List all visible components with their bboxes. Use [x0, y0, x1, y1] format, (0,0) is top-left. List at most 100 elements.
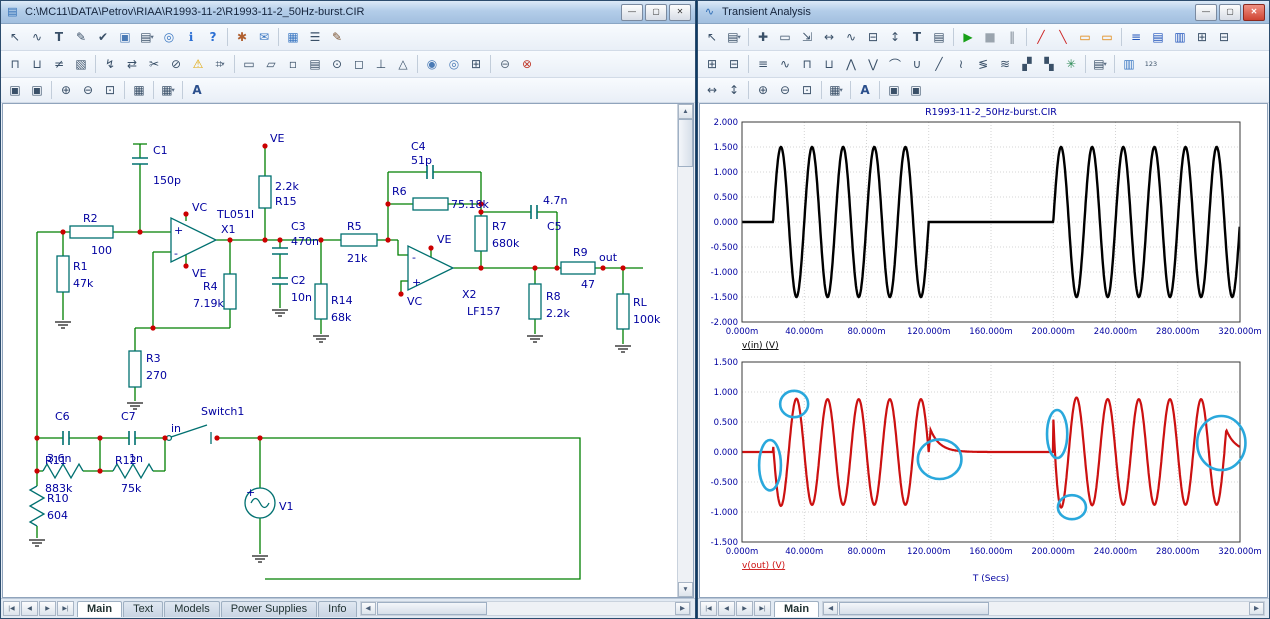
find-next-icon[interactable]: ◎: [443, 54, 465, 75]
numeric-output-icon[interactable]: 123: [1140, 54, 1162, 75]
zoom-area-icon[interactable]: ⊡: [99, 80, 121, 101]
high-limit-icon[interactable]: ▭: [1074, 27, 1096, 48]
disable-icon[interactable]: ⊘: [165, 54, 187, 75]
minimize-button[interactable]: —: [1195, 4, 1217, 21]
ruler-top-icon[interactable]: ⊓: [796, 54, 818, 75]
font-icon[interactable]: A: [854, 80, 876, 101]
cursor-mode-icon[interactable]: ✚: [752, 27, 774, 48]
close-circle-icon[interactable]: ⊗: [516, 54, 538, 75]
digital-part-icon[interactable]: ⊔: [26, 54, 48, 75]
grid-display-icon[interactable]: ▦▾: [157, 80, 179, 101]
schematic-canvas[interactable]: VEC1150pR2100R147kVCTL051IX1VER47.19k2.2…: [2, 103, 694, 598]
zoom-out-icon[interactable]: ⊖: [77, 80, 99, 101]
help-icon[interactable]: ?: [202, 27, 224, 48]
pan-mode-icon[interactable]: ↔: [818, 27, 840, 48]
minus-box-icon[interactable]: ⊟: [1213, 27, 1235, 48]
pages-icon[interactable]: ▤▾: [1089, 54, 1111, 75]
cut-icon[interactable]: ✂: [143, 54, 165, 75]
gibbs-icon[interactable]: ≶: [972, 54, 994, 75]
tab-main[interactable]: Main: [774, 601, 819, 617]
vertical-scrollbar[interactable]: ▲ ▼: [677, 104, 693, 597]
warning-icon[interactable]: ⚠: [187, 54, 209, 75]
minimize-button[interactable]: —: [621, 4, 643, 21]
refresh-icon[interactable]: ◎: [158, 27, 180, 48]
vertical-tag-icon[interactable]: ↕: [884, 27, 906, 48]
horizontal-scrollbar[interactable]: ◀ ▶: [360, 601, 691, 616]
zoom-in-icon[interactable]: ⊕: [752, 80, 774, 101]
scroll-up-button[interactable]: ▲: [678, 104, 693, 119]
select-mode-icon[interactable]: ↖: [701, 27, 723, 48]
tab-main[interactable]: Main: [77, 601, 122, 617]
power-circle-icon[interactable]: ⊖: [494, 54, 516, 75]
pan-vertical-icon[interactable]: ↕: [723, 80, 745, 101]
analysis-plot-area[interactable]: R1993-11-2_50Hz-burst.CIR2.0001.5001.000…: [699, 103, 1268, 598]
zoom-in-icon[interactable]: ⊕: [55, 80, 77, 101]
smoothing-icon[interactable]: ✳: [1060, 54, 1082, 75]
valley-icon[interactable]: ⋁: [862, 54, 884, 75]
scroll-right-button[interactable]: ▶: [1249, 602, 1264, 615]
horizontal-scroll-thumb[interactable]: [377, 602, 487, 615]
schematic-drawing[interactable]: VEC1150pR2100R147kVCTL051IX1VER47.19k2.2…: [3, 104, 680, 598]
find-icon[interactable]: ◉: [421, 54, 443, 75]
text-page-icon[interactable]: ▥: [1118, 54, 1140, 75]
pan-horizontal-icon[interactable]: ↔: [701, 80, 723, 101]
ground-icon[interactable]: ⊥: [370, 54, 392, 75]
list-icon[interactable]: ☰: [304, 27, 326, 48]
point-tag-icon[interactable]: ∿: [840, 27, 862, 48]
tab-nav-first-button[interactable]: |◀: [700, 601, 717, 616]
snapshot-icon[interactable]: ▦: [128, 80, 150, 101]
wire-tool-icon[interactable]: ∿: [26, 27, 48, 48]
grid-display-icon[interactable]: ▦▾: [825, 80, 847, 101]
box-select-icon[interactable]: ◻: [348, 54, 370, 75]
hide-names-icon[interactable]: ≠: [48, 54, 70, 75]
attach-icon[interactable]: ✱: [231, 27, 253, 48]
tab-nav-next-button[interactable]: ▶: [736, 601, 753, 616]
add-plot-icon[interactable]: ⊞: [701, 54, 723, 75]
delete-plot-icon[interactable]: ⊟: [723, 54, 745, 75]
slope-negative-icon[interactable]: ╲: [1052, 27, 1074, 48]
tab-nav-last-button[interactable]: ▶|: [754, 601, 771, 616]
paste-b-icon[interactable]: ▣: [905, 80, 927, 101]
paste-b-icon[interactable]: ▣: [26, 80, 48, 101]
peak-icon[interactable]: ⋀: [840, 54, 862, 75]
paste-a-icon[interactable]: ▣: [883, 80, 905, 101]
close-button[interactable]: ✕: [669, 4, 691, 21]
tab-nav-last-button[interactable]: ▶|: [57, 601, 74, 616]
region-icon[interactable]: ▫: [282, 54, 304, 75]
plus-box-icon[interactable]: ⊞: [1191, 27, 1213, 48]
slope-positive-icon[interactable]: ╱: [1030, 27, 1052, 48]
zoom-rect-icon[interactable]: ▭: [774, 27, 796, 48]
envelope-icon[interactable]: ≋: [994, 54, 1016, 75]
tab-nav-prev-button[interactable]: ◀: [21, 601, 38, 616]
weave-icon[interactable]: ▚: [1038, 54, 1060, 75]
package-icon[interactable]: ▧: [70, 54, 92, 75]
info-icon[interactable]: ℹ: [180, 27, 202, 48]
trace-wave-icon[interactable]: ∿: [774, 54, 796, 75]
properties-icon[interactable]: ▤: [928, 27, 950, 48]
horizontal-scrollbar[interactable]: ◀ ▶: [822, 601, 1265, 616]
analog-part-icon[interactable]: ⊓: [4, 54, 26, 75]
browse-icon[interactable]: ⊞: [465, 54, 487, 75]
scroll-left-button[interactable]: ◀: [361, 602, 376, 615]
trace-thick-icon[interactable]: ≡: [752, 54, 774, 75]
component-window-icon[interactable]: ▤▾: [136, 27, 158, 48]
send-icon[interactable]: ✉: [253, 27, 275, 48]
zoom-out-icon[interactable]: ⊖: [774, 80, 796, 101]
scale-mode-icon[interactable]: ⇲: [796, 27, 818, 48]
tokens-icon[interactable]: ▤: [1147, 27, 1169, 48]
data-points-icon[interactable]: ≡: [1125, 27, 1147, 48]
check-tool-icon[interactable]: ✔: [92, 27, 114, 48]
high-icon[interactable]: ⌒: [884, 54, 906, 75]
tab-nav-prev-button[interactable]: ◀: [718, 601, 735, 616]
tab-nav-first-button[interactable]: |◀: [3, 601, 20, 616]
picture-tool-icon[interactable]: ▣: [114, 27, 136, 48]
tab-info[interactable]: Info: [318, 601, 356, 617]
tab-power-supplies[interactable]: Power Supplies: [221, 601, 317, 617]
text-mode-icon[interactable]: T: [906, 27, 928, 48]
grid-snap-icon[interactable]: ⌗▾: [209, 54, 231, 75]
horizontal-tag-icon[interactable]: ⊟: [862, 27, 884, 48]
scroll-down-button[interactable]: ▼: [678, 582, 693, 597]
zoom-area-icon[interactable]: ⊡: [796, 80, 818, 101]
properties-icon[interactable]: ▤: [304, 54, 326, 75]
select-tool-icon[interactable]: ↖: [4, 27, 26, 48]
